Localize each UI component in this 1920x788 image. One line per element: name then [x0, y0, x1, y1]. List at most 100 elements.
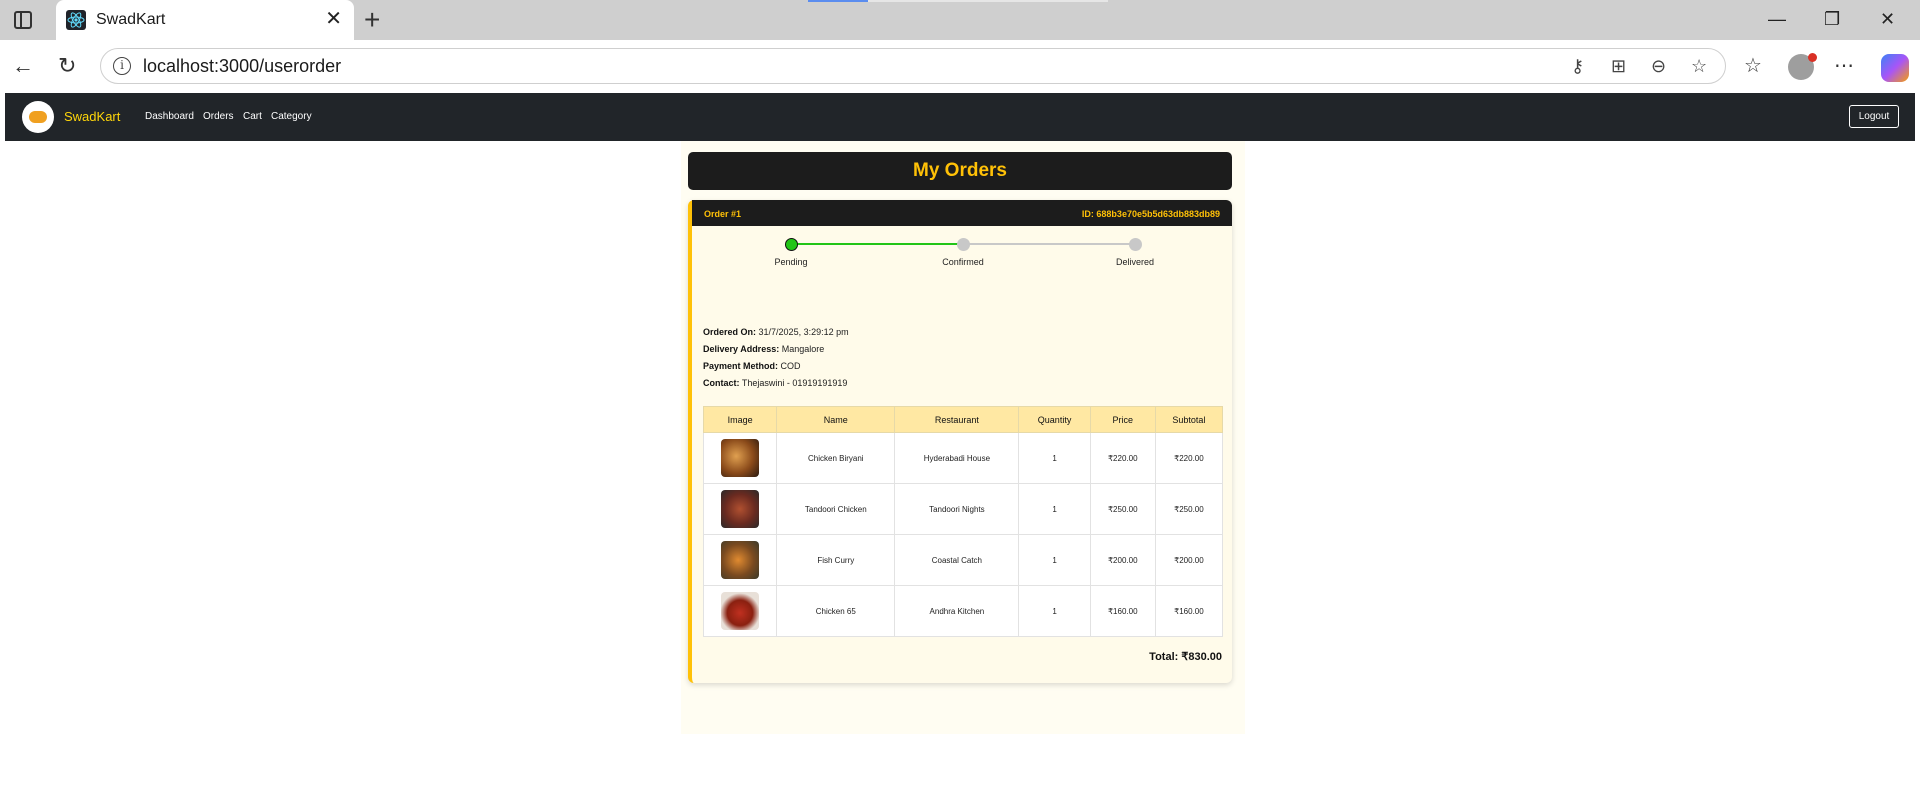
table-header-row: Image Name Restaurant Quantity Price Sub…	[702, 406, 1224, 433]
reload-icon[interactable]: ↻	[58, 54, 76, 78]
browser-tab-strip: SwadKart ✕ + — ❐ ✕	[0, 0, 1920, 40]
browser-tab[interactable]: SwadKart ✕	[56, 0, 354, 40]
react-favicon-icon	[66, 10, 86, 30]
header-restaurant: Restaurant	[894, 406, 1020, 433]
back-icon[interactable]: ←	[12, 54, 34, 78]
close-tab-icon[interactable]: ✕	[325, 8, 342, 30]
table-row: Chicken Biryani Hyderabadi House 1 ₹220.…	[702, 432, 1224, 484]
subtotal-cell: ₹250.00	[1154, 483, 1224, 535]
order-card-header: Order #1 ID: 688b3e70e5b5d63db883db89	[692, 200, 1232, 226]
address-label: Delivery Address:	[703, 344, 780, 354]
header-price: Price	[1089, 406, 1156, 433]
step-dot-confirmed	[957, 238, 970, 251]
step-dot-pending	[785, 238, 798, 251]
image-cell	[702, 432, 778, 484]
notification-dot	[1808, 53, 1817, 62]
orders-container: My Orders Order #1 ID: 688b3e70e5b5d63db…	[681, 141, 1245, 734]
more-options-icon[interactable]: ⋯	[1834, 54, 1854, 78]
favorite-star-icon[interactable]: ☆	[1691, 55, 1707, 77]
price-cell: ₹200.00	[1089, 534, 1156, 586]
contact-row: Contact: Thejaswini - 01919191919	[703, 378, 847, 388]
nav-link-dashboard[interactable]: Dashboard	[145, 111, 194, 122]
header-subtotal: Subtotal	[1154, 406, 1224, 433]
tracker-line-done	[791, 243, 963, 245]
subtotal-cell: ₹220.00	[1154, 432, 1224, 484]
image-cell	[702, 585, 778, 637]
restore-icon[interactable]: ❐	[1824, 8, 1840, 30]
restaurant-cell: Tandoori Nights	[894, 483, 1020, 535]
site-info-icon[interactable]: i	[113, 57, 131, 75]
restaurant-cell: Andhra Kitchen	[894, 585, 1020, 637]
name-cell: Fish Curry	[776, 534, 896, 586]
quantity-cell: 1	[1018, 585, 1091, 637]
key-icon[interactable]: ⚷	[1571, 55, 1584, 77]
brand-name[interactable]: SwadKart	[64, 109, 120, 124]
address-row: Delivery Address: Mangalore	[703, 344, 824, 354]
step-label-confirmed: Confirmed	[942, 257, 984, 267]
food-image	[721, 592, 760, 630]
subtotal-cell: ₹200.00	[1154, 534, 1224, 586]
app-root: SwadKart Dashboard Orders Cart Category …	[5, 93, 1915, 788]
sidebar-toggle-icon[interactable]	[14, 11, 32, 29]
price-cell: ₹220.00	[1089, 432, 1156, 484]
page-title: My Orders	[688, 152, 1232, 190]
quantity-cell: 1	[1018, 483, 1091, 535]
payment-value: COD	[780, 361, 801, 371]
header-name: Name	[776, 406, 896, 433]
order-items-table: Image Name Restaurant Quantity Price Sub…	[702, 406, 1224, 637]
table-row: Chicken 65 Andhra Kitchen 1 ₹160.00 ₹160…	[702, 585, 1224, 637]
logout-button[interactable]: Logout	[1849, 105, 1899, 128]
top-navbar: SwadKart Dashboard Orders Cart Category …	[5, 93, 1915, 141]
price-cell: ₹250.00	[1089, 483, 1156, 535]
loading-indicator	[808, 0, 868, 2]
table-row: Fish Curry Coastal Catch 1 ₹200.00 ₹200.…	[702, 534, 1224, 586]
payment-row: Payment Method: COD	[703, 361, 801, 371]
step-dot-delivered	[1129, 238, 1142, 251]
new-tab-icon[interactable]: +	[364, 5, 380, 35]
order-id: ID: 688b3e70e5b5d63db883db89	[1081, 209, 1220, 219]
step-label-pending: Pending	[774, 257, 808, 267]
header-image: Image	[702, 406, 778, 433]
minimize-icon[interactable]: —	[1768, 8, 1786, 30]
copilot-icon[interactable]	[1881, 54, 1909, 82]
name-cell: Tandoori Chicken	[776, 483, 896, 535]
step-label-delivered: Delivered	[1115, 257, 1155, 267]
order-total: Total: ₹830.00	[1149, 651, 1222, 663]
header-quantity: Quantity	[1018, 406, 1091, 433]
favorites-icon[interactable]: ☆	[1744, 54, 1762, 78]
contact-label: Contact:	[703, 378, 740, 388]
tab-title: SwadKart	[96, 11, 166, 28]
address-bar-row: ← ↻ i localhost:3000/userorder ⚷ ⊞ ⊖ ☆	[0, 40, 1920, 92]
quantity-cell: 1	[1018, 432, 1091, 484]
close-window-icon[interactable]: ✕	[1880, 8, 1895, 30]
url-text[interactable]: localhost:3000/userorder	[143, 56, 341, 77]
address-bar[interactable]: i localhost:3000/userorder ⚷ ⊞ ⊖ ☆	[100, 48, 1726, 84]
payment-label: Payment Method:	[703, 361, 779, 371]
ordered-on-label: Ordered On:	[703, 327, 757, 337]
brand-logo-icon[interactable]	[22, 101, 54, 133]
food-image	[721, 541, 760, 579]
image-cell	[702, 483, 778, 535]
nav-link-cart[interactable]: Cart	[243, 111, 262, 122]
ordered-on-value: 31/7/2025, 3:29:12 pm	[758, 327, 849, 337]
order-card: Order #1 ID: 688b3e70e5b5d63db883db89 Pe…	[688, 200, 1232, 683]
restaurant-cell: Coastal Catch	[894, 534, 1020, 586]
food-image	[721, 490, 760, 528]
order-number: Order #1	[704, 209, 742, 219]
ordered-on-row: Ordered On: 31/7/2025, 3:29:12 pm	[703, 327, 849, 337]
food-image	[721, 439, 760, 477]
table-row: Tandoori Chicken Tandoori Nights 1 ₹250.…	[702, 483, 1224, 535]
name-cell: Chicken Biryani	[776, 432, 896, 484]
address-value: Mangalore	[781, 344, 825, 354]
name-cell: Chicken 65	[776, 585, 896, 637]
apps-icon[interactable]: ⊞	[1611, 55, 1626, 77]
quantity-cell: 1	[1018, 534, 1091, 586]
price-cell: ₹160.00	[1089, 585, 1156, 637]
nav-link-orders[interactable]: Orders	[203, 111, 234, 122]
tab-strip-divider	[868, 0, 1108, 2]
tracker-line-pending	[963, 243, 1135, 245]
zoom-icon[interactable]: ⊖	[1651, 55, 1666, 77]
subtotal-cell: ₹160.00	[1154, 585, 1224, 637]
nav-link-category[interactable]: Category	[271, 111, 312, 122]
contact-value: Thejaswini - 01919191919	[741, 378, 848, 388]
